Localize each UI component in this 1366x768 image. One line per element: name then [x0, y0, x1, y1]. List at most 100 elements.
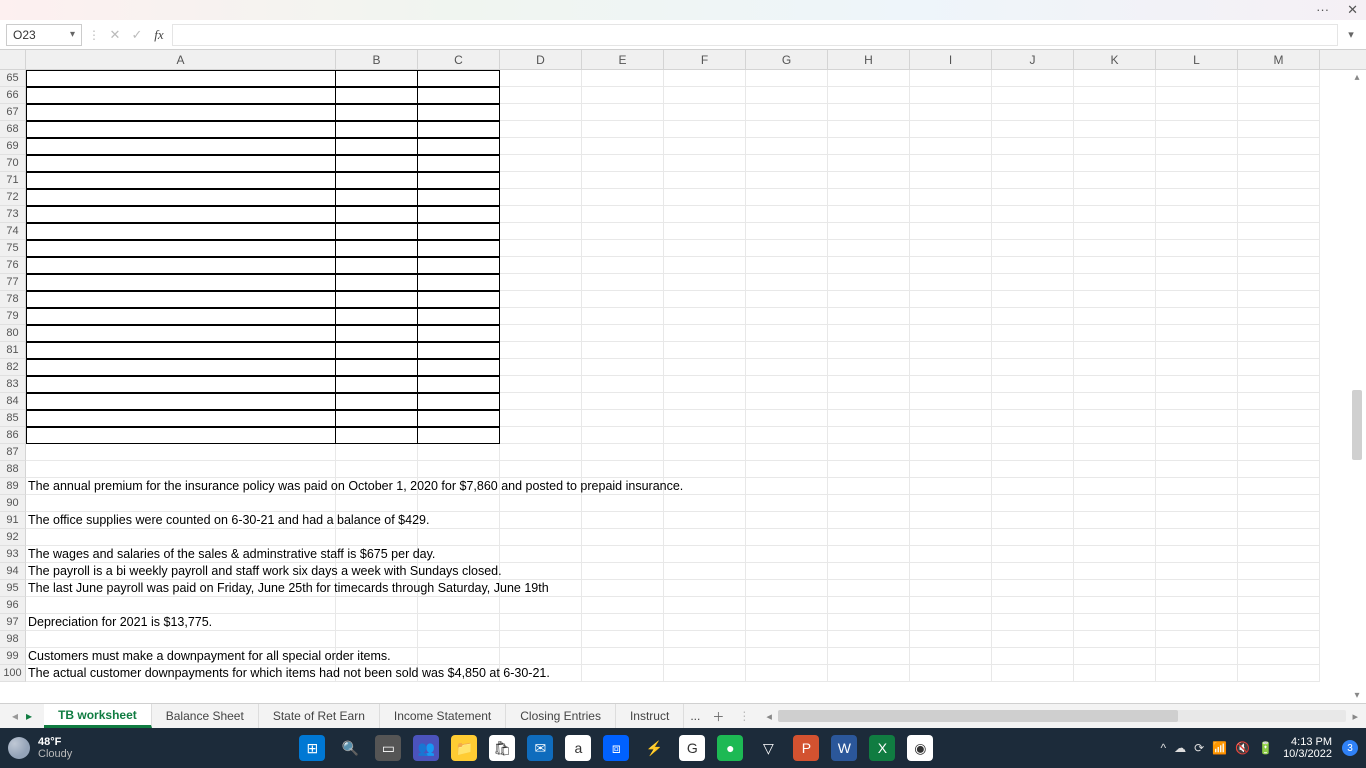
- cell-H95[interactable]: [828, 580, 910, 597]
- cell-E66[interactable]: [582, 87, 664, 104]
- scroll-thumb[interactable]: [1352, 390, 1362, 460]
- row-header[interactable]: 68: [0, 121, 26, 138]
- cell-D96[interactable]: [500, 597, 582, 614]
- cell-D97[interactable]: [500, 614, 582, 631]
- cell-E74[interactable]: [582, 223, 664, 240]
- cell-B72[interactable]: [336, 189, 418, 206]
- cell-B83[interactable]: [336, 376, 418, 393]
- cell-H67[interactable]: [828, 104, 910, 121]
- taskbar-powerpoint-icon[interactable]: P: [793, 735, 819, 761]
- cell-A87[interactable]: [26, 444, 336, 461]
- cell-H77[interactable]: [828, 274, 910, 291]
- cell-K76[interactable]: [1074, 257, 1156, 274]
- cell-G91[interactable]: [746, 512, 828, 529]
- cell-M75[interactable]: [1238, 240, 1320, 257]
- cell-E69[interactable]: [582, 138, 664, 155]
- cell-F81[interactable]: [664, 342, 746, 359]
- cell-M94[interactable]: [1238, 563, 1320, 580]
- cell-D98[interactable]: [500, 631, 582, 648]
- cell-I76[interactable]: [910, 257, 992, 274]
- cell-F70[interactable]: [664, 155, 746, 172]
- column-header-D[interactable]: D: [500, 50, 582, 69]
- cell-F90[interactable]: [664, 495, 746, 512]
- cell-E77[interactable]: [582, 274, 664, 291]
- cell-M97[interactable]: [1238, 614, 1320, 631]
- row-header[interactable]: 87: [0, 444, 26, 461]
- cell-G84[interactable]: [746, 393, 828, 410]
- cell-K69[interactable]: [1074, 138, 1156, 155]
- row-header[interactable]: 76: [0, 257, 26, 274]
- cell-B65[interactable]: [336, 70, 418, 87]
- cell-I99[interactable]: [910, 648, 992, 665]
- cell-H100[interactable]: [828, 665, 910, 682]
- cell-J71[interactable]: [992, 172, 1074, 189]
- cell-F73[interactable]: [664, 206, 746, 223]
- systray-icon-5[interactable]: 🔋: [1258, 741, 1273, 755]
- cell-L78[interactable]: [1156, 291, 1238, 308]
- tab-instruct[interactable]: Instruct: [616, 704, 684, 728]
- cell-I69[interactable]: [910, 138, 992, 155]
- cell-M74[interactable]: [1238, 223, 1320, 240]
- row-header[interactable]: 69: [0, 138, 26, 155]
- cell-H79[interactable]: [828, 308, 910, 325]
- cell-J89[interactable]: [992, 478, 1074, 495]
- cell-I96[interactable]: [910, 597, 992, 614]
- cell-M99[interactable]: [1238, 648, 1320, 665]
- cell-C70[interactable]: [418, 155, 500, 172]
- cell-E75[interactable]: [582, 240, 664, 257]
- cell-L84[interactable]: [1156, 393, 1238, 410]
- cell-B80[interactable]: [336, 325, 418, 342]
- cell-F76[interactable]: [664, 257, 746, 274]
- cell-A94[interactable]: The payroll is a bi weekly payroll and s…: [26, 563, 336, 580]
- column-header-A[interactable]: A: [26, 50, 336, 69]
- cell-J86[interactable]: [992, 427, 1074, 444]
- cell-L72[interactable]: [1156, 189, 1238, 206]
- cell-E80[interactable]: [582, 325, 664, 342]
- cell-D69[interactable]: [500, 138, 582, 155]
- name-box[interactable]: O23 ▾: [6, 24, 82, 46]
- cell-C66[interactable]: [418, 87, 500, 104]
- row-header[interactable]: 89: [0, 478, 26, 495]
- cell-B88[interactable]: [336, 461, 418, 478]
- column-header-H[interactable]: H: [828, 50, 910, 69]
- cell-L100[interactable]: [1156, 665, 1238, 682]
- cell-H88[interactable]: [828, 461, 910, 478]
- cell-L93[interactable]: [1156, 546, 1238, 563]
- cell-K70[interactable]: [1074, 155, 1156, 172]
- cell-M84[interactable]: [1238, 393, 1320, 410]
- cell-C87[interactable]: [418, 444, 500, 461]
- cell-L87[interactable]: [1156, 444, 1238, 461]
- cell-M91[interactable]: [1238, 512, 1320, 529]
- cell-D76[interactable]: [500, 257, 582, 274]
- cell-L66[interactable]: [1156, 87, 1238, 104]
- cell-K81[interactable]: [1074, 342, 1156, 359]
- cell-B71[interactable]: [336, 172, 418, 189]
- cell-J90[interactable]: [992, 495, 1074, 512]
- cell-A68[interactable]: [26, 121, 336, 138]
- cell-D66[interactable]: [500, 87, 582, 104]
- cell-E94[interactable]: [582, 563, 664, 580]
- cell-L90[interactable]: [1156, 495, 1238, 512]
- cell-A66[interactable]: [26, 87, 336, 104]
- scroll-track[interactable]: [778, 710, 1347, 722]
- cell-H81[interactable]: [828, 342, 910, 359]
- column-header-G[interactable]: G: [746, 50, 828, 69]
- column-header-C[interactable]: C: [418, 50, 500, 69]
- cell-E85[interactable]: [582, 410, 664, 427]
- cell-G68[interactable]: [746, 121, 828, 138]
- cell-J77[interactable]: [992, 274, 1074, 291]
- cell-I93[interactable]: [910, 546, 992, 563]
- cell-B73[interactable]: [336, 206, 418, 223]
- cell-J73[interactable]: [992, 206, 1074, 223]
- cell-A70[interactable]: [26, 155, 336, 172]
- tab-state-of-ret-earn[interactable]: State of Ret Earn: [259, 704, 380, 728]
- taskbar-excel-icon[interactable]: X: [869, 735, 895, 761]
- cell-B74[interactable]: [336, 223, 418, 240]
- cell-J99[interactable]: [992, 648, 1074, 665]
- cell-L94[interactable]: [1156, 563, 1238, 580]
- scroll-down-icon[interactable]: ▾: [1354, 690, 1359, 701]
- cell-M95[interactable]: [1238, 580, 1320, 597]
- cell-D67[interactable]: [500, 104, 582, 121]
- cell-K80[interactable]: [1074, 325, 1156, 342]
- cell-J84[interactable]: [992, 393, 1074, 410]
